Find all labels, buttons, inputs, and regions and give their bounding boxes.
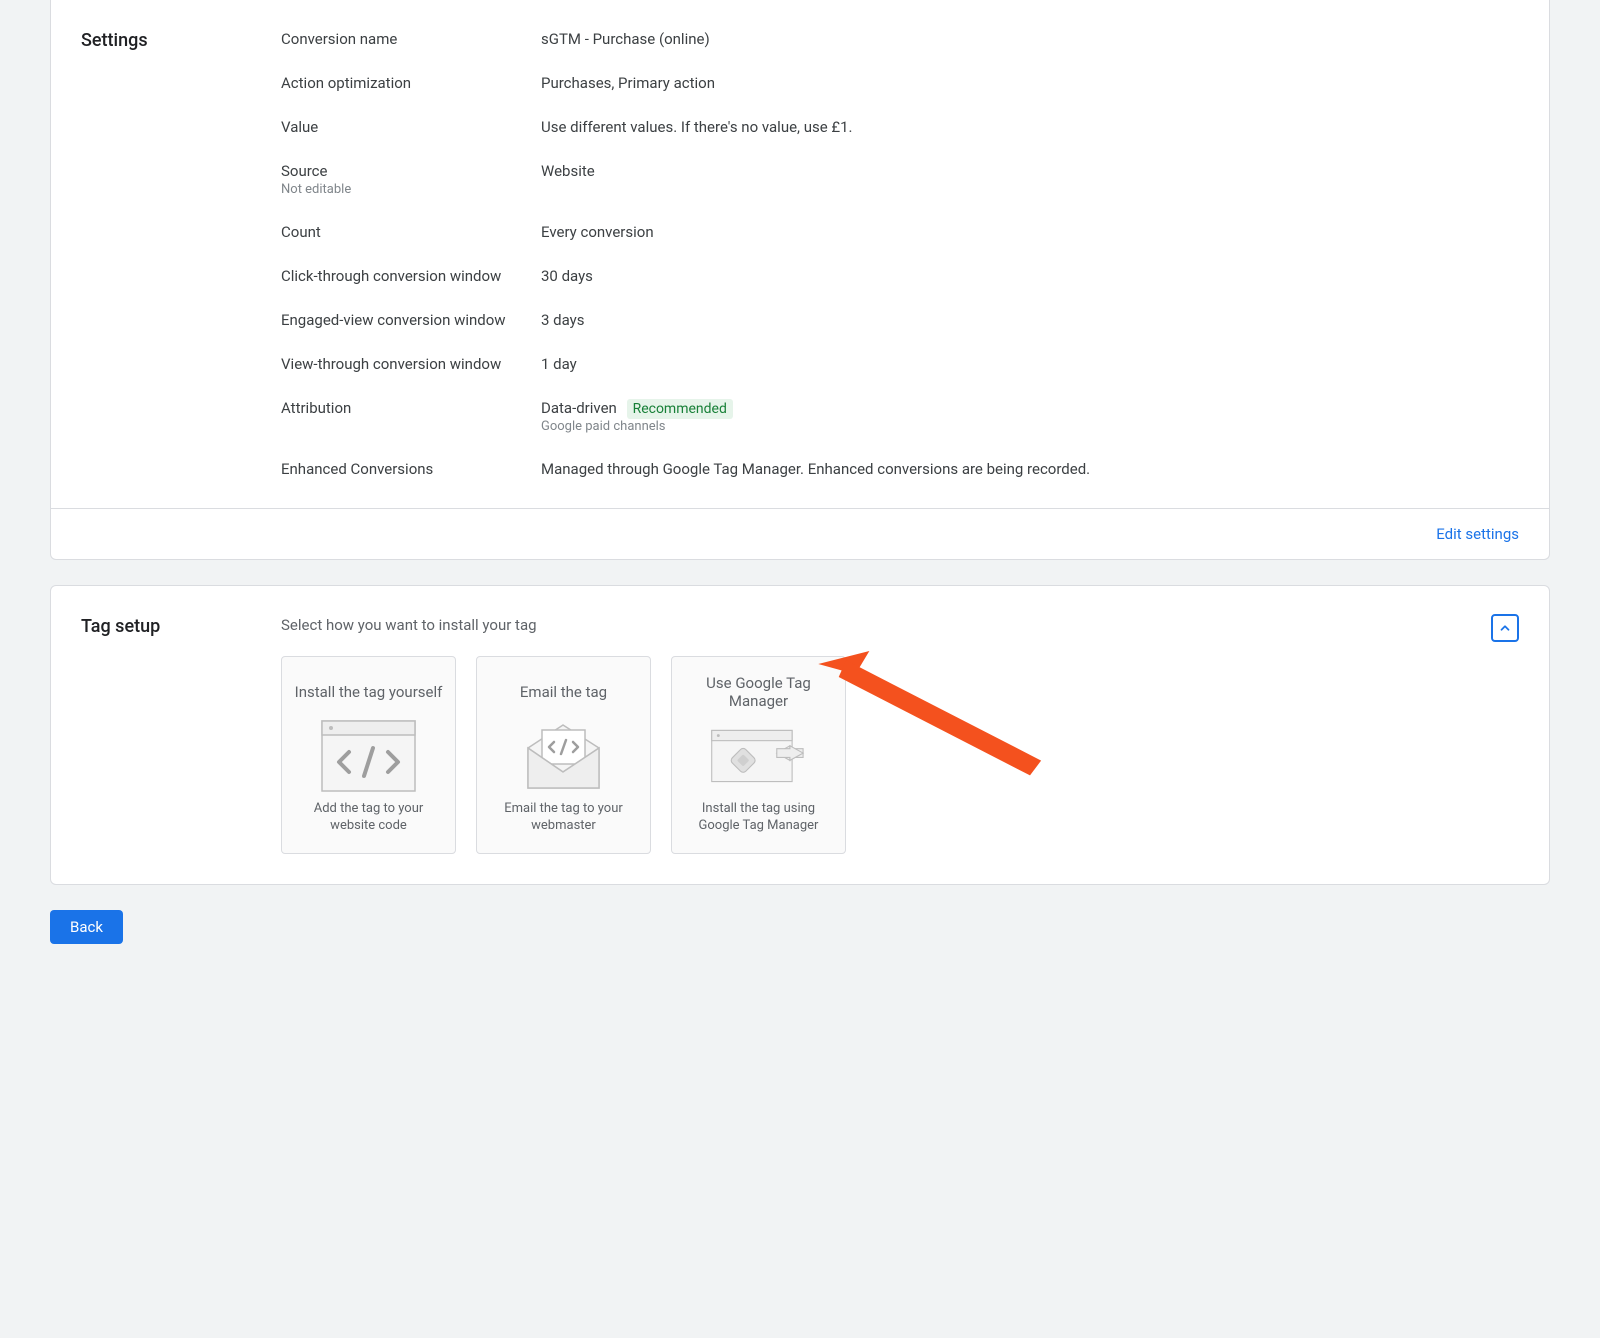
- edit-settings-link[interactable]: Edit settings: [1436, 525, 1519, 543]
- option-title-2: Email the tag: [487, 671, 640, 713]
- row-action-optimization: Action optimization Purchases, Primary a…: [281, 74, 1519, 92]
- row-conversion-name: Conversion name sGTM - Purchase (online): [281, 30, 1519, 48]
- label-enhanced: Enhanced Conversions: [281, 460, 541, 478]
- settings-card-footer: Edit settings: [51, 508, 1549, 559]
- option-title-1: Install the tag yourself: [292, 671, 445, 713]
- label-engaged-view: Engaged-view conversion window: [281, 311, 541, 329]
- recommended-badge: Recommended: [627, 399, 733, 419]
- value-enhanced: Managed through Google Tag Manager. Enha…: [541, 460, 1519, 478]
- value-attribution: Data-driven Recommended Google paid chan…: [541, 399, 1519, 434]
- value-source: Website: [541, 162, 1519, 180]
- option-use-gtm[interactable]: Use Google Tag Manager: [671, 656, 846, 854]
- sublabel-source: Not editable: [281, 182, 541, 197]
- value-count: Every conversion: [541, 223, 1519, 241]
- label-action-optimization: Action optimization: [281, 74, 541, 92]
- envelope-code-icon: [516, 721, 611, 791]
- value-engaged-view: 3 days: [541, 311, 1519, 329]
- settings-title: Settings: [81, 30, 281, 478]
- value-conversion-name: sGTM - Purchase (online): [541, 30, 1519, 48]
- row-source: Source Not editable Website: [281, 162, 1519, 197]
- row-view-through: View-through conversion window 1 day: [281, 355, 1519, 373]
- option-desc-1: Add the tag to your website code: [292, 801, 445, 835]
- back-button[interactable]: Back: [50, 910, 123, 944]
- label-count: Count: [281, 223, 541, 241]
- sub-attribution: Google paid channels: [541, 419, 1519, 434]
- option-title-3: Use Google Tag Manager: [682, 671, 835, 713]
- option-desc-3: Install the tag using Google Tag Manager: [682, 801, 835, 835]
- gtm-tag-icon: [711, 721, 806, 791]
- tag-setup-card: Tag setup Select how you want to install…: [50, 585, 1550, 885]
- collapse-button[interactable]: [1491, 614, 1519, 642]
- tag-setup-prompt: Select how you want to install your tag: [281, 616, 1519, 634]
- label-attribution: Attribution: [281, 399, 541, 417]
- label-conversion-name: Conversion name: [281, 30, 541, 48]
- value-view-through: 1 day: [541, 355, 1519, 373]
- label-click-through: Click-through conversion window: [281, 267, 541, 285]
- value-action-optimization: Purchases, Primary action: [541, 74, 1519, 92]
- row-engaged-view: Engaged-view conversion window 3 days: [281, 311, 1519, 329]
- chevron-up-icon: [1498, 621, 1512, 635]
- settings-card: Settings Conversion name sGTM - Purchase…: [50, 0, 1550, 560]
- code-window-icon: [321, 721, 416, 791]
- option-email-tag[interactable]: Email the tag: [476, 656, 651, 854]
- tag-setup-title: Tag setup: [81, 616, 281, 637]
- row-attribution: Attribution Data-driven Recommended Goog…: [281, 399, 1519, 434]
- label-value: Value: [281, 118, 541, 136]
- row-count: Count Every conversion: [281, 223, 1519, 241]
- row-click-through: Click-through conversion window 30 days: [281, 267, 1519, 285]
- option-desc-2: Email the tag to your webmaster: [487, 801, 640, 835]
- label-source: Source Not editable: [281, 162, 541, 197]
- row-enhanced-conversions: Enhanced Conversions Managed through Goo…: [281, 460, 1519, 478]
- option-install-yourself[interactable]: Install the tag yourself Add t: [281, 656, 456, 854]
- row-value: Value Use different values. If there's n…: [281, 118, 1519, 136]
- label-view-through: View-through conversion window: [281, 355, 541, 373]
- value-click-through: 30 days: [541, 267, 1519, 285]
- value-value: Use different values. If there's no valu…: [541, 118, 1519, 136]
